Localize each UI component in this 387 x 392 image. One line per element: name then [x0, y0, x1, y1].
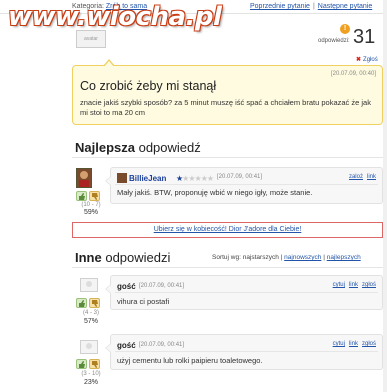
divider — [72, 157, 383, 158]
answers-count-label: odpowiedzi: — [318, 38, 350, 44]
answer-author-name[interactable]: gość — [117, 282, 136, 291]
divider — [115, 351, 378, 352]
answer-author-avatar[interactable] — [80, 278, 98, 292]
answer-percent: 57% — [83, 318, 98, 325]
best-author-name[interactable]: BillieJean — [129, 174, 166, 183]
question-box: [20.07.09, 00:40] Co zrobić żeby mi stan… — [72, 59, 383, 125]
answer-percent: 23% — [83, 379, 98, 386]
thumbs-up-icon[interactable] — [76, 191, 87, 201]
answers-badge-icon: ! — [340, 24, 350, 34]
speech-tail-inner — [104, 61, 114, 67]
asker-avatar[interactable]: avatar — [76, 30, 106, 48]
prev-question-link[interactable]: Poprzednie pytanie — [250, 3, 310, 10]
quote-link[interactable]: cytuj — [333, 341, 345, 347]
divider — [115, 184, 378, 185]
thumbs-down-icon[interactable] — [89, 298, 100, 308]
thumbs-up-icon[interactable] — [76, 298, 87, 308]
avatar-placeholder-text: avatar — [84, 36, 98, 42]
speech-tail-inner — [106, 344, 111, 352]
scrollbar-track[interactable] — [383, 0, 387, 392]
answer-date: [20.07.09, 00:41] — [139, 283, 185, 289]
quote-link[interactable]: cytuj — [333, 282, 345, 288]
answers-count: ! odpowiedzi: 31 — [318, 24, 382, 50]
report-link[interactable]: zgłoś — [362, 282, 376, 288]
divider — [72, 267, 383, 268]
report-link[interactable]: zgłoś — [362, 341, 376, 347]
sort-newest-link[interactable]: najnowszych — [284, 254, 321, 261]
sort-prefix: Sortuj wg: najstarszych — [212, 254, 279, 261]
rating-stars: ★★★★★★ — [176, 174, 214, 183]
other-heading-rest: odpowiedzi — [101, 250, 171, 265]
answer-date: [20.07.09, 00:41] — [139, 342, 185, 348]
best-heading-rest: odpowiedź — [134, 140, 201, 155]
answer-text: użyj cementu lub rolki paipieru toaletow… — [117, 356, 263, 365]
site-watermark: www.wiocha.pl — [8, 2, 222, 32]
answer-author-avatar[interactable] — [80, 340, 98, 354]
answer-links: cytuj link zgłoś — [329, 341, 376, 347]
report-button[interactable]: ✖ Zgłoś — [356, 56, 378, 63]
answer-author-name[interactable]: gość — [117, 341, 136, 350]
answers-count-value: 31 — [353, 26, 376, 48]
permalink[interactable]: link — [349, 282, 358, 288]
answer-box: gość [20.07.09, 00:41] cytuj link zgłoś uż… — [105, 334, 383, 370]
thumbs-up-icon[interactable] — [76, 359, 87, 369]
best-heading-bold: Najlepsza — [75, 140, 135, 155]
speech-tail-inner — [106, 177, 111, 185]
answer-text: vihura ci postafi — [117, 297, 170, 306]
report-label: Zgłoś — [363, 57, 378, 63]
question-date: [20.07.09, 00:40] — [330, 71, 376, 77]
thumbs-down-icon[interactable] — [89, 359, 100, 369]
answer-box: gość [20.07.09, 00:41] cytuj link zgłoś vi… — [105, 275, 383, 310]
nav-separator: | — [312, 3, 315, 10]
sort-options: Sortuj wg: najstarszych | najnowszych | … — [212, 254, 361, 261]
question-title: Co zrobić żeby mi stanął — [80, 79, 217, 93]
answer-vote-buttons — [76, 359, 100, 371]
other-heading-bold: Inne — [75, 250, 102, 265]
question-nav: Poprzednie pytanie | Następne pytanie — [250, 3, 372, 10]
sort-best-link[interactable]: najlepszych — [327, 254, 361, 261]
other-answers-heading: Inne odpowiedzi — [75, 250, 170, 265]
best-link-1[interactable]: link — [367, 174, 376, 180]
answer-links: cytuj link zgłoś — [329, 282, 376, 288]
star-empty-icon: ★★★★★ — [182, 174, 214, 183]
answer-vote-buttons — [76, 298, 100, 310]
ad-banner: Ubierz się w kobiecość! Dior J'adore dla… — [72, 222, 383, 238]
permalink[interactable]: link — [349, 341, 358, 347]
x-icon: ✖ — [356, 57, 362, 63]
author-mini-avatar — [117, 173, 127, 183]
answer-votes: (4 - 3) — [82, 310, 99, 316]
sort-separator: | — [323, 254, 325, 261]
speech-tail-inner — [106, 285, 111, 293]
question-body: znacie jakiś szybki sposób? za 5 minut m… — [80, 98, 371, 117]
best-answer-box: BillieJean ★★★★★★ [20.07.09, 00:41] zalo… — [105, 167, 383, 204]
answer-votes: (3 - 10) — [81, 371, 101, 377]
best-answer-heading: Najlepsza odpowiedź — [75, 140, 201, 155]
ad-link[interactable]: Ubierz się w kobiecość! Dior J'adore dla… — [154, 226, 302, 233]
best-percent: 59% — [83, 209, 98, 216]
best-answer-text: Mały jakiś. BTW, proponuję wbić w niego … — [117, 188, 313, 197]
best-author-avatar[interactable] — [76, 168, 92, 188]
best-link-0[interactable]: zaloż — [349, 174, 363, 180]
thumbs-down-icon[interactable] — [89, 191, 100, 201]
divider — [115, 292, 378, 293]
sort-separator: | — [280, 254, 283, 261]
best-answer-links: zaloż link — [345, 174, 376, 180]
best-votes: (10 - 7) — [81, 202, 101, 208]
best-answer-date: [20.07.09, 00:41] — [217, 174, 263, 180]
next-question-link[interactable]: Następne pytanie — [318, 3, 372, 10]
